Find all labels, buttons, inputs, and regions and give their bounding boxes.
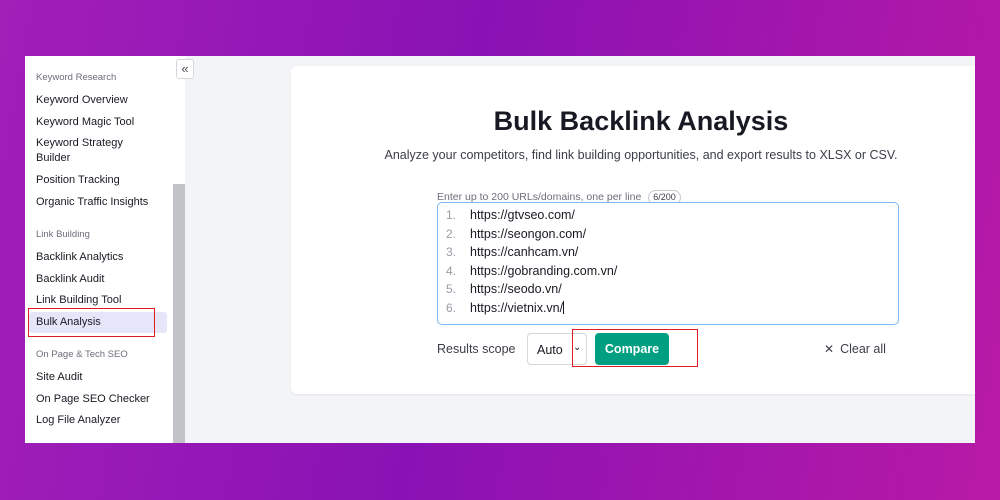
line-number: 3. — [446, 245, 457, 260]
url-text: https://gobranding.com.vn/ — [470, 263, 618, 278]
sidebar-item-log-file-analyzer[interactable]: Log File Analyzer — [36, 413, 166, 428]
app-window: Keyword Research Keyword Overview Keywor… — [25, 56, 975, 443]
url-line: 1. https://gtvseo.com/ — [446, 208, 898, 227]
close-icon: ✕ — [824, 342, 835, 356]
sidebar: Keyword Research Keyword Overview Keywor… — [25, 56, 185, 443]
sidebar-scrollbar-thumb[interactable] — [173, 184, 185, 443]
url-text: https://canhcam.vn/ — [470, 245, 579, 260]
sidebar-item-site-audit[interactable]: Site Audit — [36, 370, 166, 385]
page-subtitle: Analyze your competitors, find link buil… — [384, 148, 898, 162]
compare-button[interactable]: Compare — [595, 333, 669, 365]
line-number: 1. — [446, 208, 457, 222]
sidebar-item-position-tracking[interactable]: Position Tracking — [36, 173, 166, 188]
url-text: https://gtvseo.com/ — [470, 208, 575, 222]
chevron-down-icon: ⌄ — [573, 342, 582, 353]
url-line: 5. https://seodo.vn/ — [446, 282, 898, 301]
sidebar-item-keyword-strategy-builder[interactable]: Keyword Strategy Builder — [36, 136, 136, 166]
sidebar-gutter — [185, 56, 197, 443]
results-scope-select[interactable]: Auto ⌄ — [527, 333, 587, 365]
url-text: https://seongon.com/ — [470, 226, 587, 241]
url-text: https://seodo.vn/ — [470, 282, 562, 297]
sidebar-item-keyword-magic-tool[interactable]: Keyword Magic Tool — [36, 115, 166, 130]
sidebar-item-backlink-analytics[interactable]: Backlink Analytics — [36, 250, 166, 265]
sidebar-section-keyword-research: Keyword Research — [36, 72, 117, 83]
bulk-analysis-card: Bulk Backlink Analysis Analyze your comp… — [291, 66, 975, 394]
sidebar-item-backlink-audit[interactable]: Backlink Audit — [36, 272, 166, 287]
line-number: 5. — [446, 282, 457, 297]
url-text: https://vietnix.vn/ — [470, 300, 564, 315]
url-line: 4. https://gobranding.com.vn/ — [446, 264, 898, 283]
clear-all-button[interactable]: ✕ Clear all — [824, 342, 886, 356]
line-number: 2. — [446, 226, 457, 241]
url-line: 6. https://vietnix.vn/ — [446, 300, 898, 320]
page-title: Bulk Backlink Analysis — [493, 106, 789, 136]
sidebar-item-on-page-seo-checker[interactable]: On Page SEO Checker — [36, 392, 166, 407]
clear-all-label: Clear all — [840, 342, 886, 356]
sidebar-item-bulk-analysis[interactable]: Bulk Analysis — [29, 312, 167, 333]
sidebar-section-on-page-tech-seo: On Page & Tech SEO — [36, 349, 128, 360]
urls-textarea[interactable]: 1. https://gtvseo.com/ 2. https://seongon.… — [437, 202, 899, 325]
scope-value: Auto — [537, 343, 563, 357]
line-number: 6. — [446, 300, 457, 315]
sidebar-item-organic-traffic-insights[interactable]: Organic Traffic Insights — [36, 195, 166, 210]
line-number: 4. — [446, 263, 457, 278]
url-line: 2. https://seongon.com/ — [446, 227, 898, 246]
results-scope-label: Results scope — [437, 342, 516, 356]
collapse-sidebar-icon[interactable]: « — [176, 59, 194, 79]
text-caret — [563, 300, 565, 314]
url-line: 3. https://canhcam.vn/ — [446, 245, 898, 264]
sidebar-item-keyword-overview[interactable]: Keyword Overview — [36, 93, 166, 108]
sidebar-item-link-building-tool[interactable]: Link Building Tool — [36, 293, 166, 308]
sidebar-section-link-building: Link Building — [36, 229, 90, 240]
